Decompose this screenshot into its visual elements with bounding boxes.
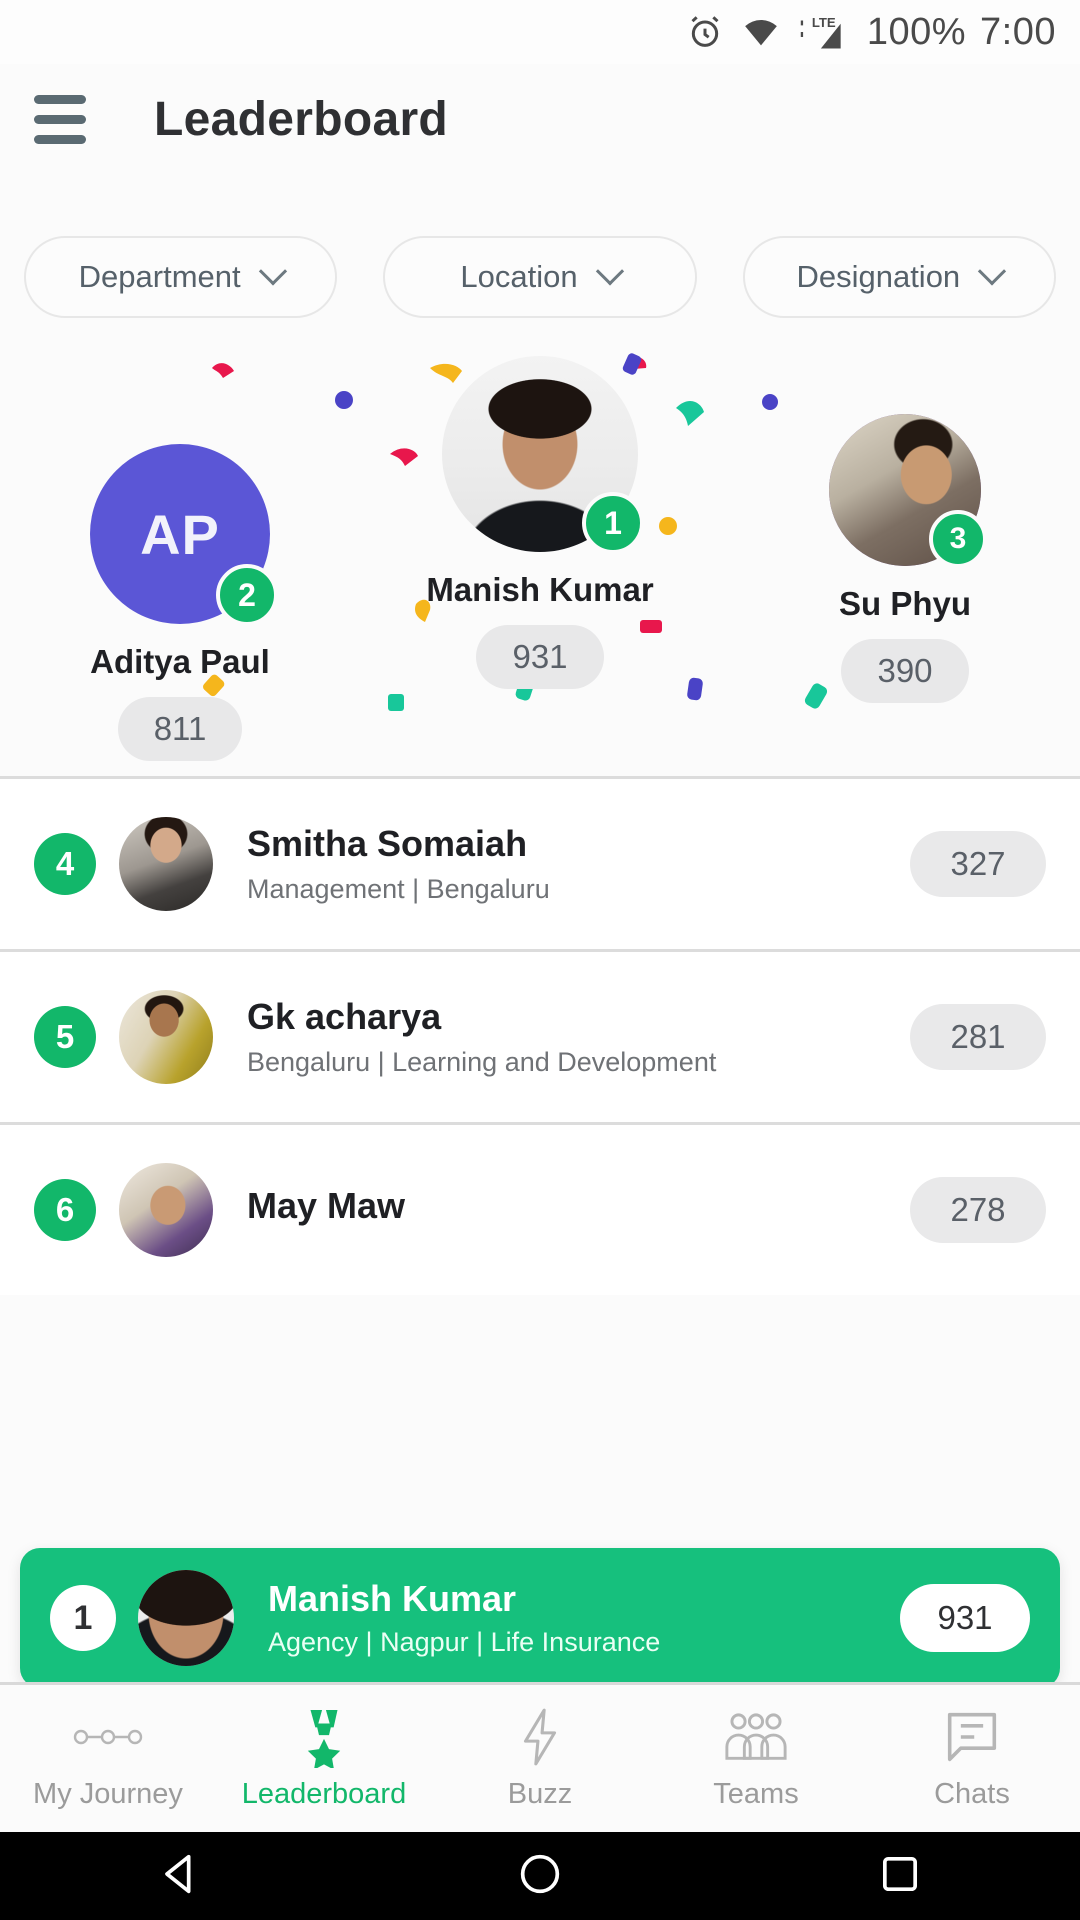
clock-time: 7:00 (980, 10, 1056, 53)
nav-teams[interactable]: Teams (648, 1706, 864, 1811)
podium-score: 811 (117, 697, 243, 761)
row-meta: Bengaluru | Learning and Development (247, 1046, 717, 1077)
wifi-icon (739, 12, 783, 52)
table-row[interactable]: 4 Smitha Somaiah Management | Bengaluru … (0, 776, 1080, 949)
android-system-bar (0, 1832, 1080, 1920)
self-meta: Agency | Nagpur | Life Insurance (268, 1627, 661, 1657)
avatar-wrap: 1 (442, 356, 644, 554)
self-avatar (138, 1570, 234, 1666)
bottom-navigation: My Journey Leaderboard Buzz Teams Chats (0, 1682, 1080, 1832)
nav-label: Teams (713, 1778, 799, 1810)
battery-percent: 100% (866, 10, 967, 53)
filter-designation[interactable]: Designation (742, 236, 1056, 318)
nav-chats[interactable]: Chats (864, 1706, 1080, 1811)
chevron-down-icon (978, 257, 1007, 286)
people-icon (723, 1706, 789, 1768)
avatar-wrap: 3 (829, 414, 987, 568)
nav-label: Buzz (507, 1778, 573, 1810)
lte-signal-icon: LTE (797, 10, 853, 54)
self-info: Manish Kumar Agency | Nagpur | Life Insu… (268, 1578, 900, 1658)
back-button[interactable] (154, 1848, 206, 1905)
row-score: 327 (910, 831, 1046, 897)
row-score: 281 (910, 1004, 1046, 1070)
avatar (119, 990, 213, 1084)
row-info: May Maw (247, 1185, 910, 1235)
status-bar: LTE 100% 7:00 (0, 0, 1080, 64)
nav-label: My Journey (33, 1778, 183, 1810)
nav-leaderboard[interactable]: Leaderboard (216, 1706, 432, 1811)
row-info: Gk acharya Bengaluru | Learning and Deve… (247, 996, 910, 1077)
filter-location-label: Location (460, 259, 578, 294)
podium-name: Su Phyu (838, 585, 972, 622)
row-info: Smitha Somaiah Management | Bengaluru (247, 823, 910, 904)
podium-score: 931 (476, 625, 604, 689)
chevron-down-icon (595, 257, 624, 286)
self-score: 931 (900, 1584, 1030, 1652)
filter-location[interactable]: Location (383, 236, 697, 318)
recents-button[interactable] (874, 1848, 926, 1905)
medal-icon (297, 1706, 351, 1768)
chevron-down-icon (258, 257, 287, 286)
filter-designation-label: Designation (796, 259, 961, 294)
avatar (119, 1163, 213, 1257)
row-name: Smitha Somaiah (247, 823, 528, 865)
row-score: 278 (910, 1177, 1046, 1243)
podium-rank-3[interactable]: 3 Su Phyu 390 (730, 414, 1080, 703)
chat-icon (943, 1706, 1001, 1768)
row-name: May Maw (247, 1184, 406, 1226)
podium-score: 390 (841, 639, 969, 703)
table-row[interactable]: 5 Gk acharya Bengaluru | Learning and De… (0, 949, 1080, 1122)
row-rank: 4 (34, 833, 96, 895)
self-rank-card[interactable]: 1 Manish Kumar Agency | Nagpur | Life In… (20, 1548, 1060, 1688)
app-bar: Leaderboard (0, 64, 1080, 174)
podium-section: AP 2 Aditya Paul 811 1 Manish Kumar 931 (0, 336, 1080, 776)
home-button[interactable] (514, 1848, 566, 1905)
avatar (119, 817, 213, 911)
row-rank: 6 (34, 1179, 96, 1241)
filter-department-label: Department (78, 259, 241, 294)
row-rank: 5 (34, 1006, 96, 1068)
nav-buzz[interactable]: Buzz (432, 1706, 648, 1811)
journey-icon (72, 1706, 144, 1768)
filter-bar: Department Location Designation (0, 174, 1080, 318)
self-name: Manish Kumar (268, 1578, 517, 1619)
row-name: Gk acharya (247, 996, 442, 1038)
self-rank-badge: 1 (50, 1585, 116, 1651)
app-screen: LTE 100% 7:00 Leaderboard Department Loc… (0, 0, 1080, 1920)
menu-icon[interactable] (34, 94, 94, 144)
avatar-wrap: AP 2 (90, 444, 278, 626)
rank-badge: 3 (929, 510, 987, 568)
alarm-icon (685, 12, 725, 52)
page-title: Leaderboard (154, 92, 449, 146)
svg-text:LTE: LTE (812, 15, 836, 30)
rank-badge: 1 (582, 492, 644, 554)
row-meta: Management | Bengaluru (247, 873, 550, 904)
leaderboard-list: 4 Smitha Somaiah Management | Bengaluru … (0, 776, 1080, 1295)
lightning-icon (517, 1706, 563, 1768)
filter-department[interactable]: Department (24, 236, 338, 318)
nav-label: Chats (934, 1778, 1010, 1810)
nav-my-journey[interactable]: My Journey (0, 1706, 216, 1811)
table-row[interactable]: 6 May Maw 278 (0, 1122, 1080, 1295)
nav-label: Leaderboard (241, 1778, 407, 1810)
